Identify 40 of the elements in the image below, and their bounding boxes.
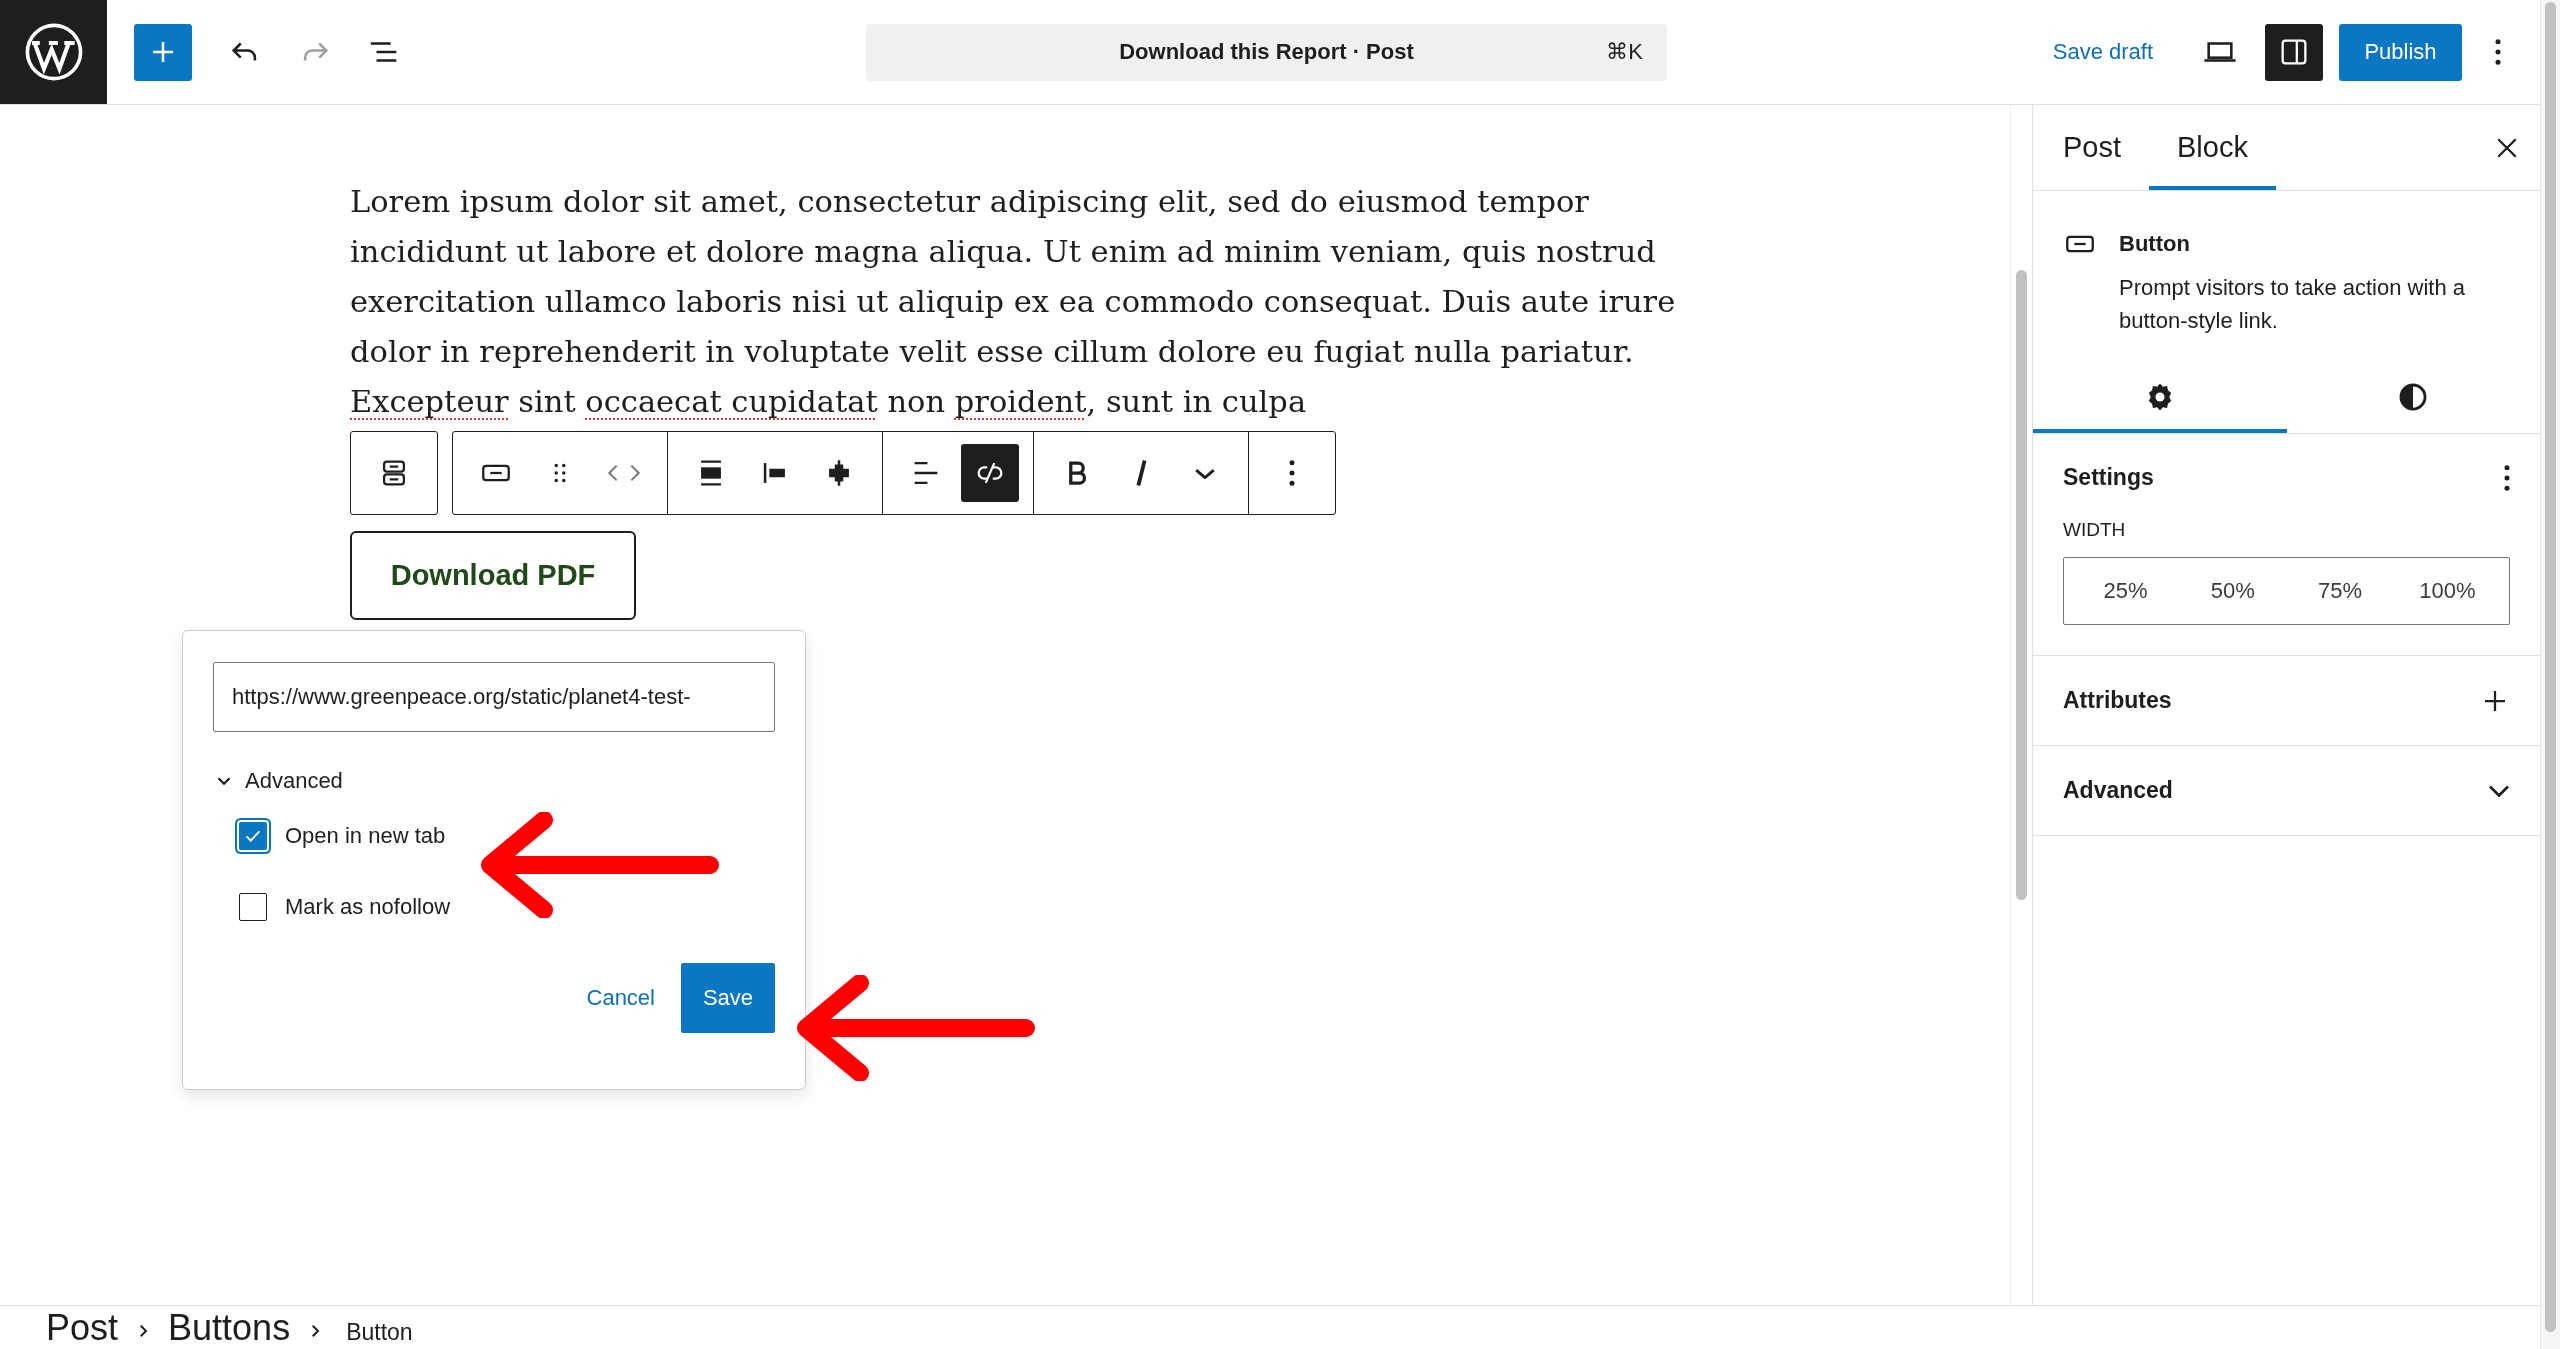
unlink-tool[interactable] xyxy=(961,444,1019,502)
add-block-button[interactable] xyxy=(134,23,192,81)
sidebar-tab[interactable]: Block xyxy=(2149,105,2276,190)
cancel-link[interactable]: Cancel xyxy=(576,975,665,1021)
breadcrumb-link[interactable]: Post xyxy=(46,1307,119,1349)
width-label: WIDTH xyxy=(2063,519,2127,541)
italic-icon xyxy=(1135,459,1147,487)
document-title: Download this Report · Post xyxy=(1119,39,1414,65)
chevron-down-icon xyxy=(1194,467,1216,479)
breadcrumb-link[interactable]: Buttons xyxy=(168,1307,291,1349)
width-option[interactable]: 100% xyxy=(2393,558,2501,624)
shortcut-hint: ⌘K xyxy=(1606,38,1643,65)
more-options-icon xyxy=(2504,464,2510,491)
width-option[interactable]: 25% xyxy=(2072,558,2180,624)
more-options-icon xyxy=(2495,39,2501,65)
width-option[interactable]: 50% xyxy=(2179,558,2287,624)
save-draft-link[interactable]: Save draft xyxy=(2038,25,2167,79)
block-title: Button xyxy=(2119,231,2191,257)
site-logo[interactable] xyxy=(0,0,107,104)
checkbox-label: Mark as nofollow xyxy=(285,894,451,920)
download-button-block[interactable]: Download PDF xyxy=(350,531,636,620)
scrollbar-thumb[interactable] xyxy=(2016,270,2027,900)
block-description: Prompt visitors to take action with a button-style link. xyxy=(2119,274,2467,335)
width-option[interactable]: 75% xyxy=(2286,558,2394,624)
command-bar[interactable]: Download this Report · Post ⌘K xyxy=(866,23,1667,81)
checkbox-label: Open in new tab xyxy=(285,823,446,849)
sidebar-tab[interactable]: Post xyxy=(2035,105,2150,190)
breadcrumb-link[interactable]: Button xyxy=(346,1315,413,1349)
scrollbar-thumb[interactable] xyxy=(2545,2,2556,1332)
more-options-icon xyxy=(1289,460,1295,486)
paragraph: Lorem ipsum dolor sit amet, consectetur adipiscing elit, sed do eiusmod tempor incididunt ut labore et dolore magna aliqua. Ut enim ad minim veniam, quis nostrud exercitation ullamco laboris nisi ut aliquip ex ea commodo consequat. Duis aute irure dolor in reprehenderit in voluptate velit esse cillum dolore eu fugiat nulla pariatur. Excepteur sint occaecat cupidatat non proident, sunt in culpa xyxy=(350,183,1677,421)
advanced-toggle[interactable]: Advanced xyxy=(213,768,343,794)
checkbox[interactable] xyxy=(239,893,267,921)
panel-title: Settings xyxy=(2063,464,2154,491)
options-button[interactable] xyxy=(2504,464,2510,491)
publish-button[interactable]: Publish xyxy=(2339,23,2462,81)
settings-toggle-button[interactable] xyxy=(2265,23,2323,81)
url-input[interactable]: https://www.greenpeace.org/static/planet4-test- xyxy=(213,662,775,732)
save-button[interactable]: Save xyxy=(681,963,775,1033)
chevron-down-icon xyxy=(2488,784,2510,797)
